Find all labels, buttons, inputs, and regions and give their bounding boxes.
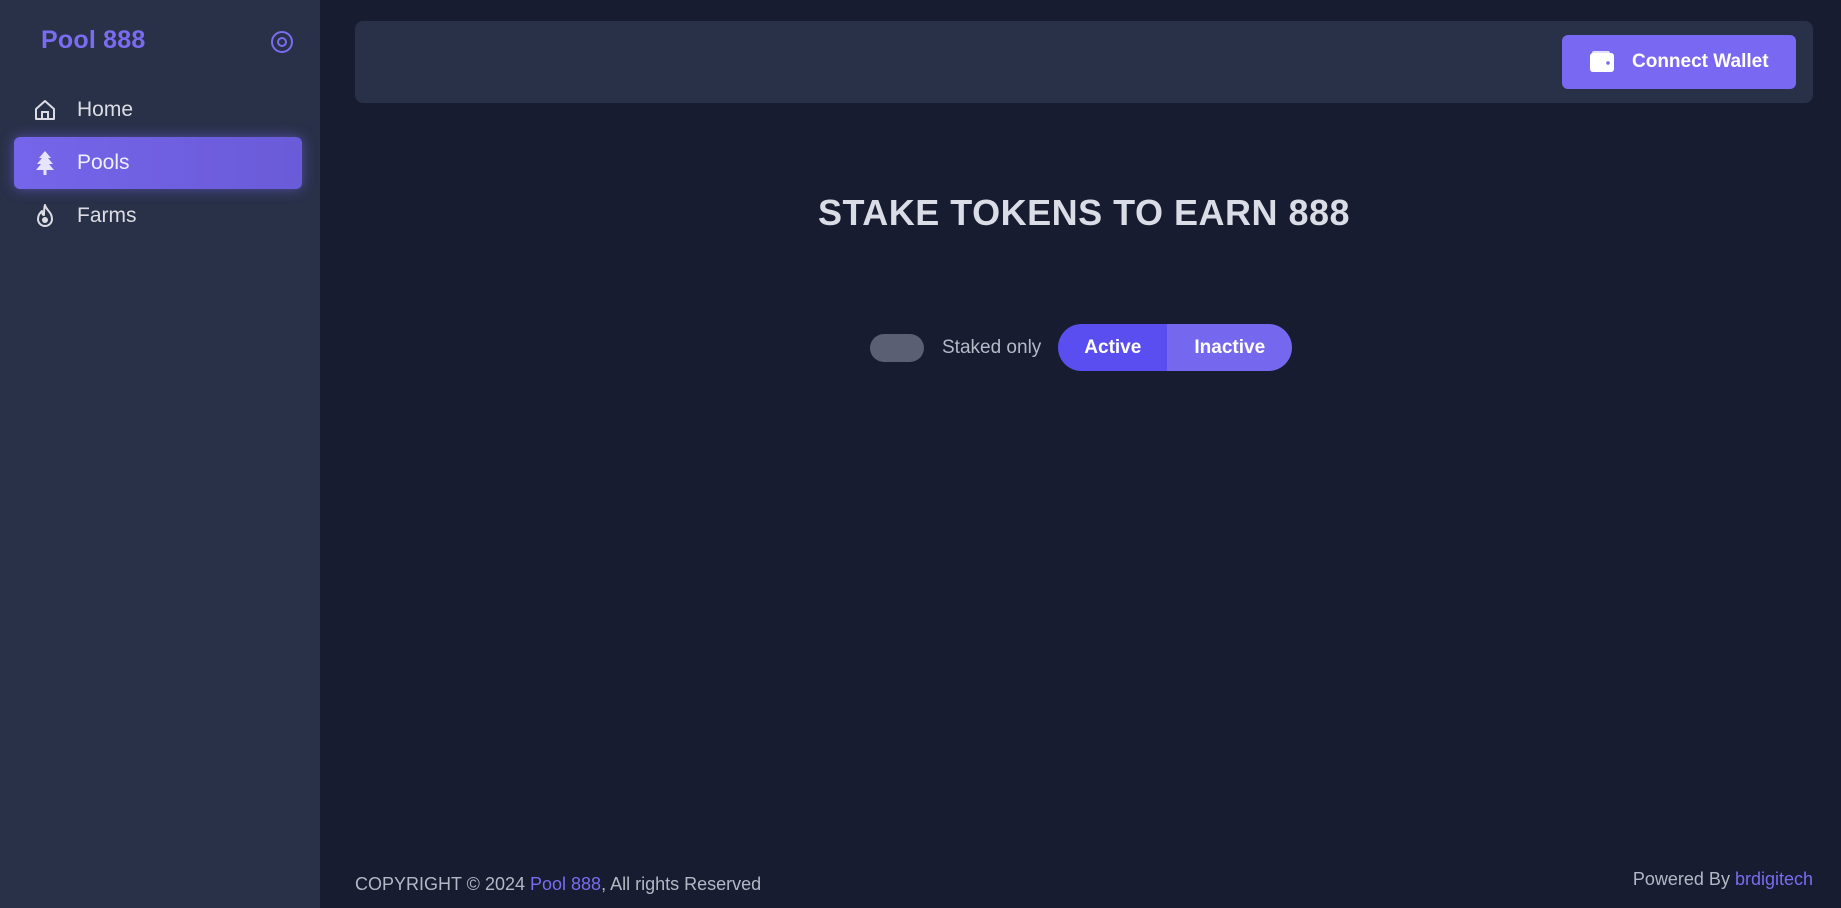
tab-active[interactable]: Active bbox=[1058, 324, 1168, 371]
staked-only-toggle[interactable] bbox=[870, 333, 924, 362]
flame-icon bbox=[32, 203, 58, 229]
app-root: Pool 888 Home Pools Farms Connect Wallet… bbox=[0, 0, 1841, 908]
powered-prefix: Powered By bbox=[1632, 869, 1735, 889]
sidebar-item-home[interactable]: Home bbox=[14, 84, 302, 136]
wallet-icon bbox=[1589, 50, 1615, 74]
page-title: STAKE TOKENS TO EARN 888 bbox=[817, 192, 1351, 233]
tab-inactive[interactable]: Inactive bbox=[1167, 324, 1293, 371]
copyright-suffix: , All rights Reserved bbox=[601, 874, 762, 894]
connect-wallet-button[interactable]: Connect Wallet bbox=[1562, 35, 1796, 89]
brand-logo[interactable]: Pool 888 bbox=[41, 26, 145, 55]
sidebar-item-label: Home bbox=[77, 98, 134, 121]
top-bar: Connect Wallet bbox=[355, 21, 1813, 103]
copyright-prefix: COPYRIGHT © 2024 bbox=[355, 874, 530, 894]
sidebar-nav: Home Pools Farms bbox=[14, 84, 302, 243]
status-tabs: Active Inactive bbox=[1058, 324, 1293, 371]
target-icon bbox=[270, 30, 294, 59]
sidebar-item-farms[interactable]: Farms bbox=[14, 190, 302, 242]
tree-icon bbox=[32, 150, 58, 176]
settings-button[interactable] bbox=[268, 30, 296, 58]
pool-filters: Staked only Active Inactive bbox=[870, 324, 1293, 371]
home-icon bbox=[32, 97, 58, 123]
sidebar-item-label: Pools bbox=[77, 151, 130, 174]
staked-only-label: Staked only bbox=[942, 336, 1042, 358]
copyright-link[interactable]: Pool 888 bbox=[530, 874, 601, 894]
powered-link[interactable]: brdigitech bbox=[1735, 869, 1813, 889]
powered-by: Powered By brdigitech bbox=[1633, 869, 1813, 890]
copyright-text: COPYRIGHT © 2024 Pool 888, All rights Re… bbox=[355, 874, 761, 895]
sidebar: Pool 888 Home Pools Farms bbox=[0, 0, 320, 908]
connect-wallet-label: Connect Wallet bbox=[1632, 51, 1769, 72]
sidebar-item-label: Farms bbox=[77, 204, 137, 227]
sidebar-item-pools[interactable]: Pools bbox=[14, 137, 302, 189]
